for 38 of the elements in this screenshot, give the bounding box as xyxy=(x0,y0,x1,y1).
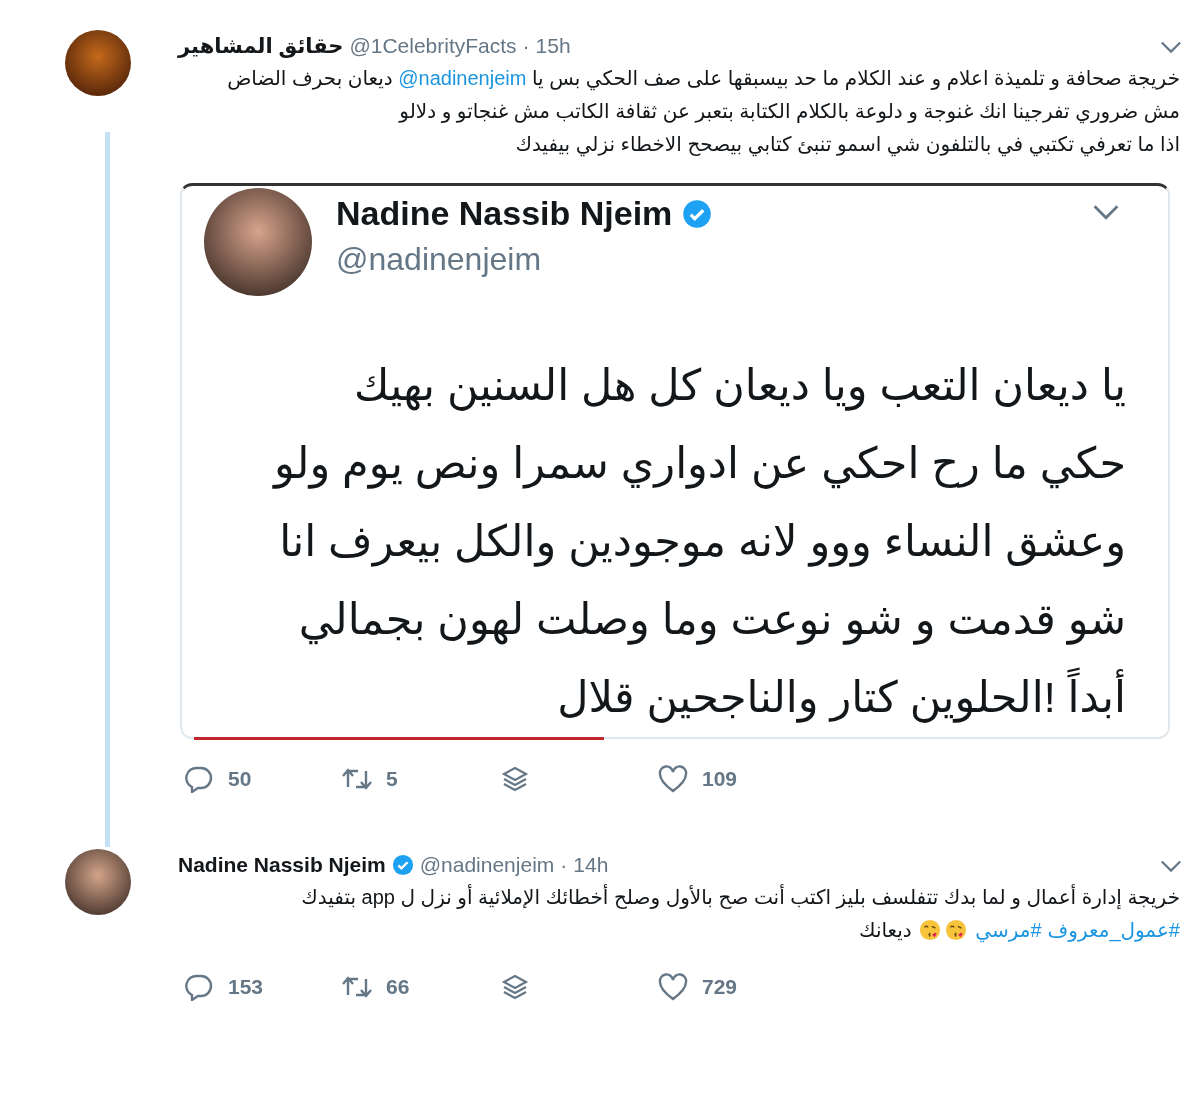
separator-dot: · xyxy=(522,34,530,58)
quoted-text-line: حكي ما رح احكي عن ادواري سمرا ونص يوم ولو xyxy=(271,438,1126,491)
layers-icon xyxy=(500,765,530,793)
kissing-face-icon xyxy=(945,919,968,941)
tweet-text: خريجة إدارة أعمال و لما بدك تتفلسف بليز اكتب أنت صح بالأول وصلح أخطائك الإملائية أو نزل ل app بتفيدك #عمول_معروف #مرسي ديعانك xyxy=(300,883,1180,945)
author-name[interactable]: حقائق المشاهير xyxy=(178,34,344,58)
author-handle: @1CelebrityFacts xyxy=(349,34,517,58)
retweet-button[interactable]: 5 xyxy=(342,765,500,793)
like-button[interactable]: 109 xyxy=(658,765,816,793)
layers-icon xyxy=(500,973,530,1001)
retweet-button[interactable]: 66 xyxy=(342,973,500,1001)
hashtag-link[interactable]: #عمول_معروف xyxy=(1047,919,1180,941)
reply-button[interactable]: 153 xyxy=(184,973,342,1001)
kissing-face-icon xyxy=(919,919,942,941)
reply-icon xyxy=(184,765,214,793)
mention-link[interactable]: @nadinenjeim xyxy=(398,67,527,89)
author-name: Nadine Nassib Njeim xyxy=(336,194,673,233)
embedded-tweet-screenshot[interactable] xyxy=(180,183,1170,739)
author-name[interactable]: Nadine Nassib Njeim xyxy=(178,853,386,877)
separator-dot: · xyxy=(560,853,568,877)
tweet-text: اذا ما تعرفي تكتبي في بالتلفون شي اسمو تنبئ كتابي بيصحح الاخطاء نزلي بيفيدك xyxy=(514,132,1180,159)
author-handle: @nadinenjeim xyxy=(336,241,543,278)
hashtag-link[interactable]: #مرسي xyxy=(975,919,1042,941)
chevron-down-icon[interactable] xyxy=(1160,40,1182,54)
quoted-text-line: يا ديعان التعب ويا ديعان كل هل السنين بهيك xyxy=(353,360,1126,413)
reply-button[interactable]: 50 xyxy=(184,765,342,793)
tweet-time[interactable]: 15h xyxy=(535,34,571,58)
quoted-text-line: أبداً !الحلوين كتار والناجحين قلال xyxy=(182,666,1126,728)
quoted-text-line: شو قدمت و شو نوعت وما وصلت لهون بجمالي xyxy=(297,594,1126,647)
chevron-down-icon[interactable] xyxy=(1092,204,1120,220)
chevron-down-icon[interactable] xyxy=(1160,859,1182,873)
reply-icon xyxy=(184,973,214,1001)
heart-icon xyxy=(658,973,688,1001)
tweet-time[interactable]: 14h xyxy=(573,853,609,877)
quoted-text-line: وعشق النساء ووو لانه موجودين والكل بيعرف انا xyxy=(278,516,1126,569)
heart-icon xyxy=(658,765,688,793)
author-handle: @nadinenjeim xyxy=(419,853,555,877)
like-button[interactable]: 729 xyxy=(658,973,816,1001)
